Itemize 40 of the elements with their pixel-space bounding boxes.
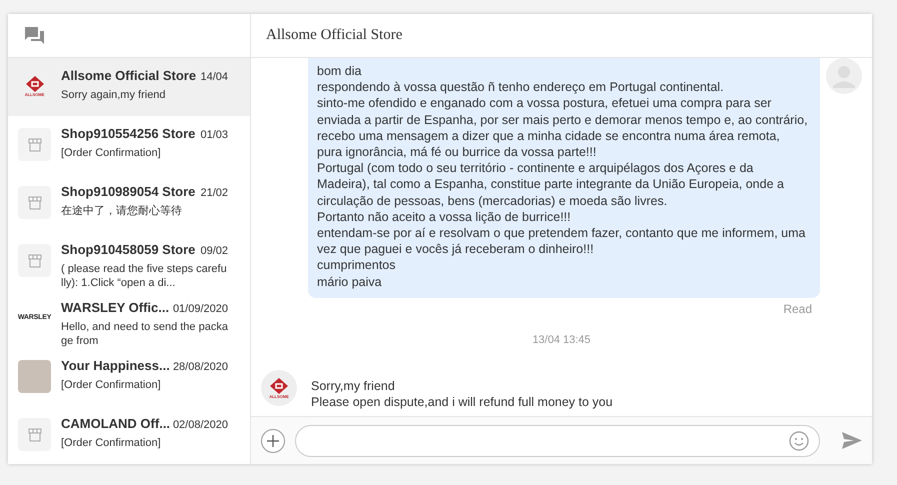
conversation-date: 28/08/2020 xyxy=(172,360,228,375)
store-icon xyxy=(28,428,42,442)
message-input[interactable] xyxy=(294,424,820,456)
photo-placeholder xyxy=(18,360,51,393)
message-preview: [Order Confirmation] xyxy=(61,378,162,392)
conversation-name: Shop910554256 Store xyxy=(61,125,196,143)
store-icon xyxy=(28,196,42,210)
conversation-date: 01/09/2020 xyxy=(172,302,228,317)
conversation-name: Your Happiness... xyxy=(61,357,170,375)
add-button[interactable] xyxy=(261,428,285,452)
message-preview: [Order Confirmation] xyxy=(61,436,162,450)
send-icon[interactable] xyxy=(842,432,862,449)
conversation-name: WARSLEY Offic... xyxy=(61,299,170,317)
message-preview: [Order Confirmation] xyxy=(61,146,162,160)
read-status: Read xyxy=(783,300,812,318)
message-preview: 在途中了，请您耐心等待 xyxy=(61,204,183,218)
conversation-date: 02/08/2020 xyxy=(172,418,228,433)
message-bubble: bom dia respondendo à vossa questão ñ tenho endereço em Portugal continental. sinto-me ofendido e enganado com a vossa postura, efetuei uma compra para ser enviada a partir de Espanha, por ser mais perto e demorar menos tempo e, ao contrário, recebo uma mensagem a dizer que a minha cidade se encontra numa área remota, pura ignorância, má fé ou burrice da vossa parte!!! Portugal (com todo o seu território - continente e arquipélagos dos Açores e da Madeira), tal como a Espanha, constitue parte integrante da União Europeia, onde a circulação de pessoas, bens (mercadorias) e moeda são livres. Portanto não aceito a vossa lição de burrice!!! entendam-se por aí e resolvam o que pretendem fazer, contanto que me informem, uma vez que paguei e vocês já receberam o dinheiro!!! cumprimentos mário paiva xyxy=(308,58,820,298)
smiley-icon[interactable] xyxy=(789,430,810,450)
message-preview: Hello, and need to send the package from xyxy=(61,320,228,348)
store-icon xyxy=(28,254,42,268)
conversation-item[interactable]: CAMOLAND Off... 02/08/2020 [Order Confirmation] xyxy=(8,406,250,464)
conversation-date: 21/02 xyxy=(200,186,228,201)
conversation-date: 14/04 xyxy=(200,70,228,85)
conversation-date: 09/02 xyxy=(200,244,228,259)
plus-icon xyxy=(266,434,280,448)
conversation-name: Allsome Official Store xyxy=(61,67,196,85)
chat-bubbles-icon[interactable] xyxy=(25,27,44,44)
conversation-name: CAMOLAND Off... xyxy=(61,415,170,433)
conversation-date: 01/03 xyxy=(200,128,228,143)
diamond-logo-icon xyxy=(270,378,288,394)
timestamp: 13/04 13:45 xyxy=(532,332,591,348)
conversation-name: Shop910458059 Store xyxy=(61,241,196,259)
message-text: Sorry,my friend Please open dispute,and i will refund full money to you xyxy=(311,378,613,410)
chat-title: Allsome Official Store xyxy=(266,26,402,46)
store-icon xyxy=(28,138,42,152)
message-preview: Sorry again,my friend xyxy=(61,88,167,102)
diamond-logo-icon xyxy=(26,76,44,92)
message-preview: ( please read the five steps carefully): 1.Click “open a di... xyxy=(61,262,228,290)
conversation-name: Shop910989054 Store xyxy=(61,183,196,201)
